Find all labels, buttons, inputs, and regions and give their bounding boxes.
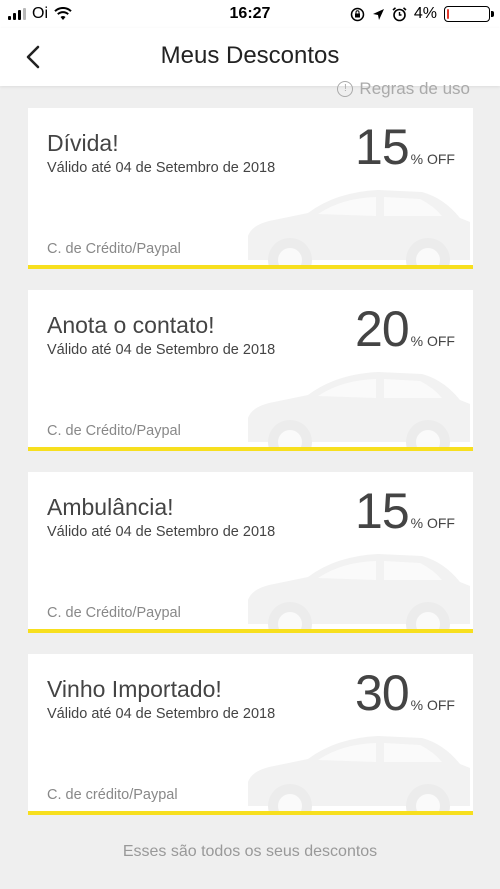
coupon-validity: Válido até 04 de Setembro de 2018 bbox=[47, 160, 276, 176]
discount-unit: % OFF bbox=[410, 515, 455, 531]
coupon-payment-method: C. de crédito/Paypal bbox=[47, 787, 178, 803]
page-title: Meus Descontos bbox=[160, 42, 340, 69]
car-icon bbox=[248, 190, 470, 265]
info-icon: ! bbox=[337, 81, 354, 97]
coupon-title: Vinho Importado! bbox=[47, 676, 222, 702]
rules-link-label: Regras de uso bbox=[359, 79, 470, 98]
coupon-payment-method: C. de Crédito/Paypal bbox=[47, 605, 181, 621]
coupon-discount: 20 % OFF bbox=[355, 300, 455, 358]
coupon-title: Ambulância! bbox=[47, 494, 174, 520]
coupon-card[interactable]: Dívida! Válido até 04 de Setembro de 201… bbox=[28, 105, 473, 269]
discount-value: 15 bbox=[355, 483, 410, 539]
discount-value: 15 bbox=[355, 119, 410, 175]
discount-unit: % OFF bbox=[410, 151, 455, 167]
navigation-bar: Meus Descontos bbox=[0, 28, 500, 86]
coupon-card[interactable]: Anota o contato! Válido até 04 de Setemb… bbox=[28, 287, 473, 451]
coupon-payment-method: C. de Crédito/Paypal bbox=[47, 423, 181, 439]
car-icon bbox=[248, 372, 470, 447]
coupon-title: Dívida! bbox=[47, 130, 119, 156]
discount-value: 30 bbox=[355, 665, 410, 721]
rotation-lock-icon bbox=[350, 7, 365, 21]
coupon-validity: Válido até 04 de Setembro de 2018 bbox=[47, 342, 276, 358]
alarm-icon bbox=[392, 6, 407, 21]
discount-unit: % OFF bbox=[410, 697, 455, 713]
status-bar-right: 4% bbox=[350, 5, 494, 23]
coupon-discount: 30 % OFF bbox=[355, 664, 455, 722]
coupon-discount: 15 % OFF bbox=[355, 482, 455, 540]
battery-percent: 4% bbox=[413, 5, 437, 22]
status-bar: Oi 16:27 4% bbox=[0, 0, 500, 28]
rules-link[interactable]: ! Regras de uso bbox=[337, 79, 470, 99]
coupon-list: Dívida! Válido até 04 de Setembro de 201… bbox=[28, 105, 473, 836]
coupon-discount: 15 % OFF bbox=[355, 118, 455, 176]
discount-value: 20 bbox=[355, 301, 410, 357]
car-icon bbox=[248, 554, 470, 629]
coupon-payment-method: C. de Crédito/Paypal bbox=[47, 241, 181, 257]
battery-level bbox=[447, 9, 449, 19]
footer-note: Esses são todos os seus descontos bbox=[122, 843, 378, 860]
coupon-validity: Válido até 04 de Setembro de 2018 bbox=[47, 706, 276, 722]
car-icon bbox=[248, 736, 470, 811]
coupon-title: Anota o contato! bbox=[47, 312, 215, 338]
coupon-card[interactable]: Ambulância! Válido até 04 de Setembro de… bbox=[28, 469, 473, 633]
discount-unit: % OFF bbox=[410, 333, 455, 349]
coupon-validity: Válido até 04 de Setembro de 2018 bbox=[47, 524, 276, 540]
coupon-card[interactable]: Vinho Importado! Válido até 04 de Setemb… bbox=[28, 651, 473, 815]
location-icon bbox=[372, 8, 384, 20]
battery-icon bbox=[444, 6, 494, 22]
